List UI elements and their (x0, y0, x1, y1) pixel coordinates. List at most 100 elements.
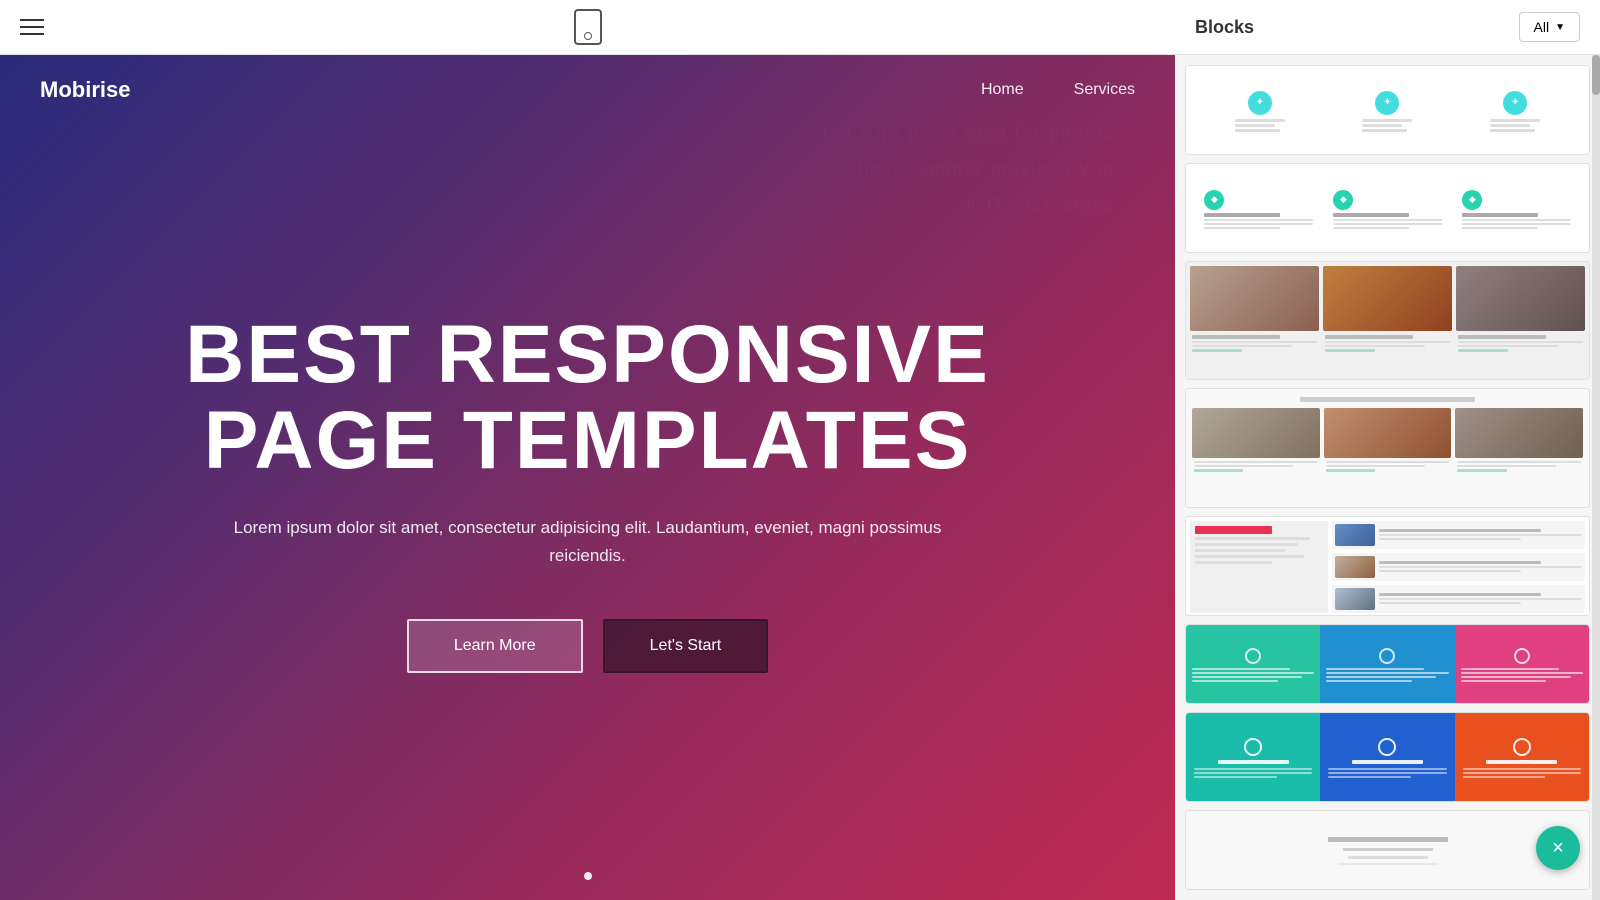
bp1-icon-1: ✦ (1248, 91, 1272, 115)
block-card-2[interactable]: ◆ ◆ (1185, 163, 1590, 253)
bp8-body-line (1338, 863, 1438, 865)
bp7-icon-3 (1513, 738, 1531, 756)
block-preview-cta (1186, 811, 1589, 890)
bp2-text-1 (1204, 213, 1312, 229)
bp4-text-1 (1192, 458, 1320, 475)
bp1-icon-3: ✦ (1503, 91, 1527, 115)
block-card-5[interactable] (1185, 516, 1590, 616)
bp7-title-1 (1218, 760, 1289, 764)
bp6-service-2 (1320, 625, 1454, 704)
nav-services[interactable]: Services (1074, 81, 1135, 99)
toolbar (0, 0, 1175, 55)
bp4-img-1 (1192, 408, 1320, 458)
bp1-feature-3: ✦ (1490, 91, 1540, 132)
carousel-dots (584, 872, 592, 880)
bp7-title-2 (1352, 760, 1423, 764)
dot-1[interactable] (584, 872, 592, 880)
bp8-title-line (1328, 837, 1448, 842)
hero-buttons: Learn More Let's Start (185, 619, 990, 673)
bp6-icon-2 (1379, 648, 1395, 664)
close-button[interactable]: × (1536, 826, 1580, 870)
blocks-title: Blocks (1195, 17, 1254, 38)
bp1-lines-1 (1235, 119, 1285, 132)
bp7-tile-2 (1320, 713, 1454, 802)
block-preview-blog (1186, 389, 1589, 507)
bp7-lines-2 (1328, 768, 1446, 778)
bp3-img-1 (1190, 266, 1319, 331)
bp7-title-3 (1486, 760, 1557, 764)
bp6-icon-3 (1514, 648, 1530, 664)
hamburger-icon[interactable] (20, 19, 44, 35)
filter-dropdown[interactable]: All (1519, 12, 1580, 42)
block-preview-image-cards (1186, 262, 1589, 380)
bp4-cards-row (1192, 408, 1583, 493)
mobile-device-icon[interactable] (574, 9, 602, 45)
bp5-article-1 (1332, 521, 1585, 549)
toolbar-center (574, 9, 602, 45)
bp6-lines-3 (1461, 668, 1583, 682)
bp5-article-list (1332, 521, 1585, 613)
hero-section: Mobirise Home Services BEST RESPONSIVE P… (0, 55, 1175, 900)
bp7-lines-1 (1194, 768, 1312, 778)
bp7-icon-1 (1244, 738, 1262, 756)
site-logo: Mobirise (40, 77, 981, 103)
bp6-service-3 (1455, 625, 1589, 704)
lets-start-button[interactable]: Let's Start (603, 619, 769, 673)
scrollbar-thumb[interactable] (1592, 55, 1600, 95)
nav-home[interactable]: Home (981, 81, 1024, 99)
bp3-text-1 (1190, 335, 1319, 352)
bp6-lines-2 (1326, 668, 1448, 682)
hero-title-line1: BEST RESPONSIVE (185, 309, 990, 400)
bp5-text-2 (1379, 556, 1582, 578)
hero-title-line2: PAGE TEMPLATES (204, 395, 972, 486)
block-card-4[interactable] (1185, 388, 1590, 507)
bp3-img-3 (1456, 266, 1585, 331)
bp5-tag (1195, 526, 1272, 534)
bp6-service-1 (1186, 625, 1320, 704)
block-preview-tile-services (1186, 713, 1589, 802)
blocks-scroll[interactable]: ✦ ✦ ✦ (1175, 55, 1600, 900)
bp5-img-2 (1335, 556, 1375, 578)
bp5-text-1 (1379, 524, 1582, 546)
bp5-text-3 (1379, 588, 1582, 610)
bp5-main-article (1190, 521, 1328, 613)
block-preview-colored-features: ◆ ◆ (1186, 164, 1589, 253)
bp4-img-2 (1324, 408, 1452, 458)
bp1-feature-1: ✦ (1235, 91, 1285, 132)
block-card-8[interactable] (1185, 810, 1590, 890)
bp2-text-2 (1333, 213, 1441, 229)
block-card-1[interactable]: ✦ ✦ ✦ (1185, 65, 1590, 155)
nav-links: Home Services (981, 81, 1135, 99)
blocks-header: Blocks All (1175, 0, 1600, 55)
learn-more-button[interactable]: Learn More (407, 619, 583, 673)
bp2-text-3 (1462, 213, 1570, 229)
bp1-lines-2 (1362, 119, 1412, 132)
bp2-feature-3: ◆ (1462, 190, 1570, 229)
bp4-header (1300, 397, 1476, 402)
hero-title: BEST RESPONSIVE PAGE TEMPLATES (185, 312, 990, 484)
block-card-6[interactable] (1185, 624, 1590, 704)
bp8-subtitle-line (1348, 856, 1428, 859)
bp2-icon-3: ◆ (1462, 190, 1482, 210)
bp4-text-2 (1324, 458, 1452, 475)
bp2-icon-2: ◆ (1333, 190, 1353, 210)
bp2-feature-1: ◆ (1204, 190, 1312, 229)
hero-content: BEST RESPONSIVE PAGE TEMPLATES Lorem ips… (105, 312, 1070, 673)
bp6-lines-1 (1192, 668, 1314, 682)
bp2-feature-2: ◆ (1333, 190, 1441, 229)
bp6-icon-1 (1245, 648, 1261, 664)
bp8-cta-content (1328, 837, 1448, 865)
bp7-tile-1 (1186, 713, 1320, 802)
bp7-lines-3 (1463, 768, 1581, 778)
block-card-3[interactable] (1185, 261, 1590, 380)
bp4-card-1 (1192, 408, 1320, 493)
block-card-7[interactable] (1185, 712, 1590, 802)
bp5-img-1 (1335, 524, 1375, 546)
bp7-tile-3 (1455, 713, 1589, 802)
bp3-text-2 (1323, 335, 1452, 352)
bp1-lines-3 (1490, 119, 1540, 132)
bp4-card-2 (1324, 408, 1452, 493)
scrollbar-track (1592, 55, 1600, 900)
bp5-img-3 (1335, 588, 1375, 610)
block-preview-news (1186, 517, 1589, 616)
